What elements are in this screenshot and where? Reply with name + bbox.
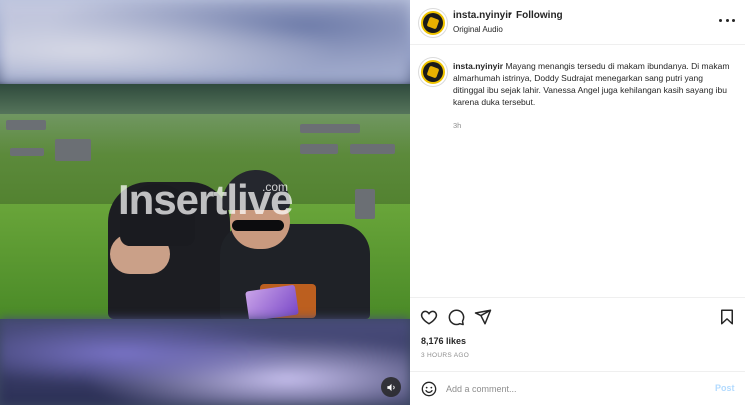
bookmark-icon[interactable]	[718, 308, 736, 326]
grave-stone	[300, 124, 360, 133]
grave-stone	[10, 148, 44, 156]
post-sidebar: insta.nyinyir • Following Original Audio…	[410, 0, 745, 405]
watermark-suffix: .com	[262, 180, 289, 194]
blurred-background-bottom	[0, 319, 410, 405]
avatar-image	[423, 13, 443, 33]
caption-text-block: insta.nyinyir Mayang menangis tersedu di…	[453, 60, 733, 108]
audio-label[interactable]: Original Audio	[453, 25, 503, 34]
paper-plane-icon[interactable]	[474, 308, 492, 326]
heart-icon[interactable]	[420, 308, 438, 326]
avatar-image	[423, 62, 443, 82]
avatar[interactable]	[419, 9, 447, 37]
grave-stone	[6, 120, 46, 130]
background-trees	[0, 84, 410, 114]
avatar[interactable]	[419, 58, 447, 86]
caption-timestamp[interactable]: 3h	[453, 121, 461, 130]
separator-dot: •	[508, 9, 512, 20]
audio-toggle-button[interactable]	[381, 377, 401, 397]
speaker-icon	[386, 383, 395, 391]
comment-bar: Post	[410, 371, 745, 405]
following-button[interactable]: Following	[516, 10, 563, 21]
comment-icon[interactable]	[447, 308, 465, 326]
blurred-background-top	[0, 0, 410, 84]
caption-username[interactable]: insta.nyinyir	[453, 61, 503, 71]
grave-stone	[350, 144, 395, 154]
action-bar: 8,176 likes 3 HOURS AGO	[410, 297, 745, 369]
more-dots-icon[interactable]	[719, 13, 735, 27]
comment-input[interactable]	[446, 381, 706, 397]
post-comment-button[interactable]: Post	[715, 383, 735, 393]
post-date[interactable]: 3 HOURS AGO	[421, 352, 469, 359]
likes-count[interactable]: 8,176 likes	[421, 336, 466, 346]
post-media[interactable]: Insertlive .com	[0, 0, 410, 405]
caption-section: insta.nyinyir Mayang menangis tersedu di…	[410, 46, 745, 297]
purple-cd-case	[245, 284, 299, 319]
grave-stone	[300, 144, 338, 154]
grave-stone	[355, 189, 375, 219]
post-header: insta.nyinyir • Following Original Audio	[410, 0, 745, 45]
smiley-icon[interactable]	[421, 381, 437, 397]
header-username[interactable]: insta.nyinyir	[453, 10, 512, 21]
grave-stone	[55, 139, 91, 161]
